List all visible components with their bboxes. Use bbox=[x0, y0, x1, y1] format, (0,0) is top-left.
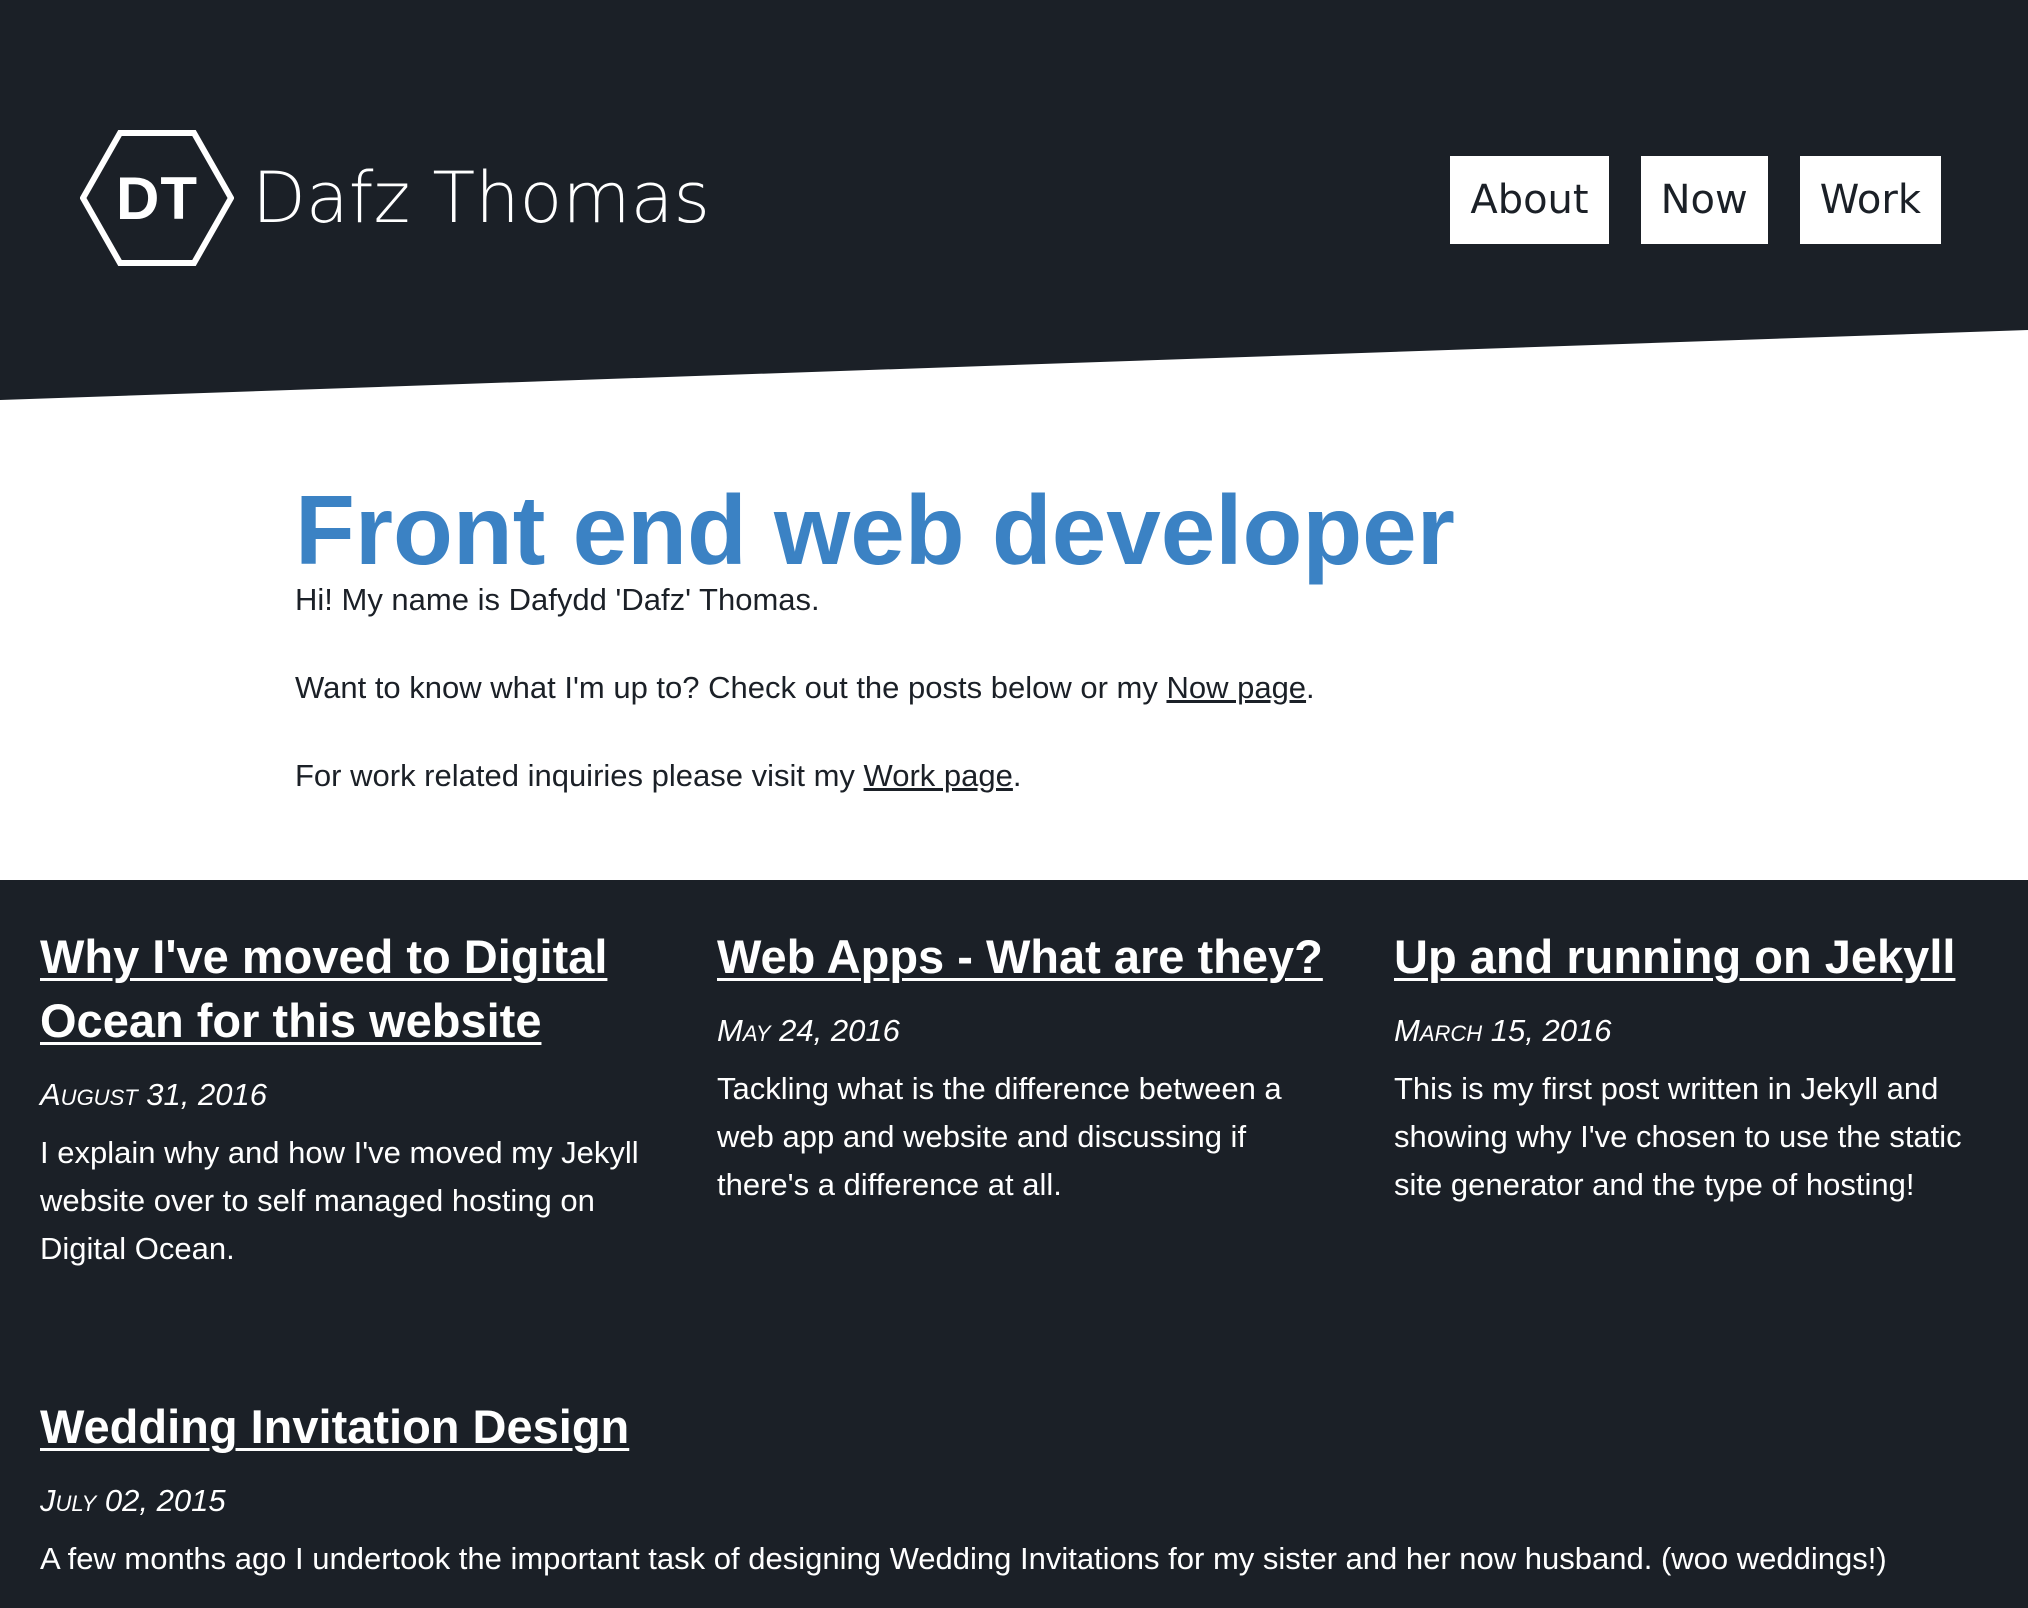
post-card: Up and running on Jekyll March 15, 2016 … bbox=[1394, 925, 1994, 1209]
post-date: March 15, 2016 bbox=[1394, 1013, 1612, 1048]
post-excerpt: A few months ago I undertook the importa… bbox=[40, 1541, 1887, 1576]
main-nav: About Now Work bbox=[1450, 156, 1941, 244]
post-card: Wedding Invitation Design July 02, 2015 … bbox=[40, 1395, 2010, 1583]
intro-work-prefix: For work related inquiries please visit … bbox=[295, 758, 864, 793]
post-date: July 02, 2015 bbox=[40, 1483, 226, 1518]
post-excerpt: This is my first post written in Jekyll … bbox=[1394, 1071, 1962, 1202]
post-title-link[interactable]: Wedding Invitation Design bbox=[40, 1395, 2010, 1459]
intro-now-suffix: . bbox=[1306, 670, 1315, 705]
post-date: May 24, 2016 bbox=[717, 1013, 900, 1048]
post-title-link[interactable]: Up and running on Jekyll bbox=[1394, 925, 1994, 989]
post-excerpt: I explain why and how I've moved my Jeky… bbox=[40, 1135, 639, 1266]
nav-now-button[interactable]: Now bbox=[1640, 156, 1768, 244]
site-header: DT Dafz Thomas About Now Work bbox=[0, 0, 2028, 420]
intro-work-paragraph: For work related inquiries please visit … bbox=[295, 756, 1795, 796]
hexagon-logo-icon: DT bbox=[80, 130, 234, 266]
nav-work-button[interactable]: Work bbox=[1799, 156, 1941, 244]
page-title: Front end web developer bbox=[295, 475, 1455, 585]
intro-section: Front end web developer Hi! My name is D… bbox=[0, 420, 2028, 880]
posts-section: Why I've moved to Digital Ocean for this… bbox=[0, 880, 2028, 1608]
work-page-link[interactable]: Work page bbox=[864, 758, 1013, 793]
post-card: Web Apps - What are they? May 24, 2016 T… bbox=[717, 925, 1337, 1209]
post-title-link[interactable]: Why I've moved to Digital Ocean for this… bbox=[40, 925, 680, 1053]
page: DT Dafz Thomas About Now Work Front end … bbox=[0, 0, 2028, 1608]
intro-work-suffix: . bbox=[1012, 758, 1022, 793]
site-brand-link[interactable]: DT Dafz Thomas bbox=[80, 130, 710, 266]
intro-content: Front end web developer Hi! My name is D… bbox=[295, 480, 1795, 796]
logo-initials: DT bbox=[116, 164, 198, 232]
post-card: Why I've moved to Digital Ocean for this… bbox=[40, 925, 680, 1273]
nav-about-button[interactable]: About bbox=[1450, 156, 1609, 244]
post-date: August 31, 2016 bbox=[40, 1077, 267, 1112]
now-page-link[interactable]: Now page bbox=[1166, 670, 1306, 705]
post-excerpt: Tackling what is the difference between … bbox=[717, 1071, 1282, 1202]
site-name: Dafz Thomas bbox=[252, 157, 710, 239]
intro-now-paragraph: Want to know what I'm up to? Check out t… bbox=[295, 668, 1795, 708]
intro-now-prefix: Want to know what I'm up to? Check out t… bbox=[295, 670, 1167, 705]
post-title-link[interactable]: Web Apps - What are they? bbox=[717, 925, 1337, 989]
intro-greeting: Hi! My name is Dafydd 'Dafz' Thomas. bbox=[295, 582, 820, 617]
